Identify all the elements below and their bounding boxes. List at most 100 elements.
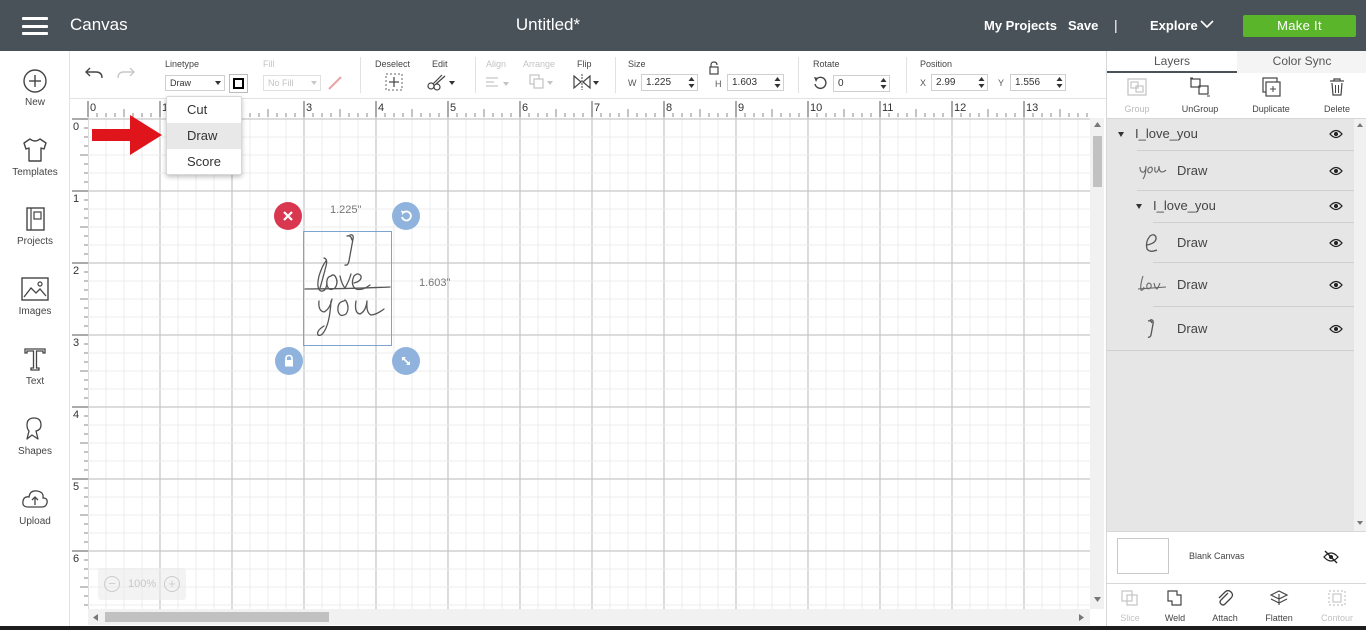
width-input[interactable]: 1.225 xyxy=(641,74,698,91)
eye-hidden-icon[interactable] xyxy=(1323,550,1339,564)
linetype-option-score[interactable]: Score xyxy=(167,149,241,175)
my-projects-link[interactable]: My Projects xyxy=(984,18,1057,33)
group-label: Group xyxy=(1124,104,1150,114)
redo-icon[interactable] xyxy=(116,65,136,81)
delete-button[interactable]: Delete xyxy=(1307,77,1366,114)
eye-icon[interactable] xyxy=(1329,280,1343,290)
y-spinner-icon[interactable] xyxy=(1056,76,1063,89)
flip-icon[interactable] xyxy=(572,73,602,91)
contour-icon xyxy=(1328,590,1346,606)
ruler-left-number: 6 xyxy=(73,553,80,565)
resize-handle[interactable] xyxy=(392,347,420,375)
sidebar-item-images[interactable]: Images xyxy=(0,275,70,317)
lock-open-icon[interactable] xyxy=(708,61,720,75)
linetype-select[interactable]: Draw xyxy=(165,75,225,91)
layer-row[interactable]: Draw xyxy=(1107,263,1355,307)
chevron-down-icon[interactable] xyxy=(1200,18,1214,30)
y-position-input[interactable]: 1.556 xyxy=(1010,74,1066,91)
fill-select[interactable]: No Fill xyxy=(263,75,321,91)
tab-layers[interactable]: Layers xyxy=(1107,51,1237,73)
ungroup-label: UnGroup xyxy=(1181,104,1219,114)
weld-icon xyxy=(1167,590,1182,606)
linetype-option-cut[interactable]: Cut xyxy=(167,97,241,123)
i-love-you-design[interactable] xyxy=(304,231,392,346)
linetype-option-draw[interactable]: Draw xyxy=(167,123,241,149)
ruler-left-number: 3 xyxy=(73,337,80,349)
layer-row[interactable]: Draw xyxy=(1107,223,1355,263)
ungroup-icon xyxy=(1190,77,1210,97)
explore-menu[interactable]: Explore xyxy=(1150,18,1198,33)
resize-arrows-icon xyxy=(402,357,410,365)
linetype-color-swatch[interactable] xyxy=(229,74,248,93)
blank-canvas-swatch[interactable] xyxy=(1117,538,1169,574)
contour-button[interactable]: Contour xyxy=(1311,589,1363,623)
rotate-spinner-icon[interactable] xyxy=(880,77,887,90)
layers-scroll-down-icon[interactable] xyxy=(1356,520,1364,526)
eye-icon[interactable] xyxy=(1329,201,1343,211)
caret-down-icon[interactable] xyxy=(1118,132,1124,137)
lock-handle[interactable] xyxy=(275,347,303,375)
sidebar-item-new[interactable]: New xyxy=(0,68,70,108)
canvas-vertical-scrollbar[interactable] xyxy=(1090,118,1104,609)
linetype-value: Draw xyxy=(170,78,192,88)
scroll-down-icon[interactable] xyxy=(1093,596,1102,603)
fill-value: No Fill xyxy=(268,78,294,88)
weld-button[interactable]: Weld xyxy=(1149,589,1201,623)
edit-toolbar: Linetype Draw Fill No Fill Deselect Edit… xyxy=(70,51,1106,99)
x-position-input[interactable]: 2.99 xyxy=(931,74,988,91)
eye-icon[interactable] xyxy=(1329,238,1343,248)
ungroup-button[interactable]: UnGroup xyxy=(1170,77,1230,114)
zoom-in-button[interactable]: + xyxy=(164,576,180,592)
canvas-vertical-scroll-thumb[interactable] xyxy=(1093,136,1102,187)
rotate-handle[interactable] xyxy=(392,202,420,230)
design-canvas[interactable] xyxy=(70,99,1090,609)
deselect-icon[interactable] xyxy=(384,73,404,91)
height-spinner-icon[interactable] xyxy=(774,76,781,89)
tab-color-sync[interactable]: Color Sync xyxy=(1237,51,1366,73)
sidebar-item-upload[interactable]: Upload xyxy=(0,485,70,527)
layer-row[interactable]: Draw xyxy=(1107,307,1355,351)
eye-icon[interactable] xyxy=(1329,129,1343,139)
edit-scissors-pen-icon[interactable] xyxy=(426,73,456,91)
fill-color-slash-icon[interactable] xyxy=(326,74,344,92)
arrange-icon[interactable] xyxy=(528,73,558,91)
x-spinner-icon[interactable] xyxy=(978,76,985,89)
ruler-top-number: 13 xyxy=(1026,102,1039,114)
linetype-label: Linetype xyxy=(165,59,200,69)
ruler-top-number: 4 xyxy=(378,102,385,114)
eye-icon[interactable] xyxy=(1329,324,1343,334)
scroll-left-icon[interactable] xyxy=(92,613,99,622)
sidebar-item-shapes[interactable]: Shapes xyxy=(0,415,70,457)
layers-scrollbar[interactable] xyxy=(1354,119,1366,531)
scroll-right-icon[interactable] xyxy=(1078,613,1085,622)
make-it-button[interactable]: Make It xyxy=(1243,15,1356,37)
scroll-up-icon[interactable] xyxy=(1093,121,1102,128)
attach-button[interactable]: Attach xyxy=(1199,589,1251,623)
upload-cloud-icon xyxy=(22,490,48,508)
ruler-top-number: 11 xyxy=(882,102,894,114)
flatten-button[interactable]: Flatten xyxy=(1253,589,1305,623)
sidebar-item-projects[interactable]: Projects xyxy=(0,205,70,247)
selection-height-label: 1.603" xyxy=(419,277,451,289)
duplicate-button[interactable]: Duplicate xyxy=(1241,77,1301,114)
save-link[interactable]: Save xyxy=(1068,18,1098,33)
layer-group-row[interactable]: I_love_you xyxy=(1107,119,1355,151)
eye-icon[interactable] xyxy=(1329,166,1343,176)
layers-scroll-up-icon[interactable] xyxy=(1356,122,1364,128)
sidebar-item-text[interactable]: Text xyxy=(0,345,70,387)
caret-down-icon[interactable] xyxy=(1136,204,1142,209)
delete-handle[interactable] xyxy=(274,202,302,230)
top-header: Canvas Untitled* My Projects Save | Expl… xyxy=(0,0,1366,51)
layer-thumb-lov xyxy=(1137,275,1167,291)
sidebar-item-templates[interactable]: Templates xyxy=(0,136,70,178)
height-input[interactable]: 1.603 xyxy=(727,74,784,91)
layer-subgroup-row[interactable]: I_love_you xyxy=(1107,191,1355,223)
rotate-input[interactable]: 0 xyxy=(833,75,890,92)
group-button[interactable]: Group xyxy=(1107,77,1167,114)
canvas-horizontal-scroll-thumb[interactable] xyxy=(105,612,329,622)
undo-icon[interactable] xyxy=(84,65,104,81)
layer-row[interactable]: Draw xyxy=(1107,151,1355,191)
width-spinner-icon[interactable] xyxy=(688,76,695,89)
align-icon[interactable] xyxy=(484,75,514,91)
zoom-out-button[interactable]: − xyxy=(104,576,120,592)
